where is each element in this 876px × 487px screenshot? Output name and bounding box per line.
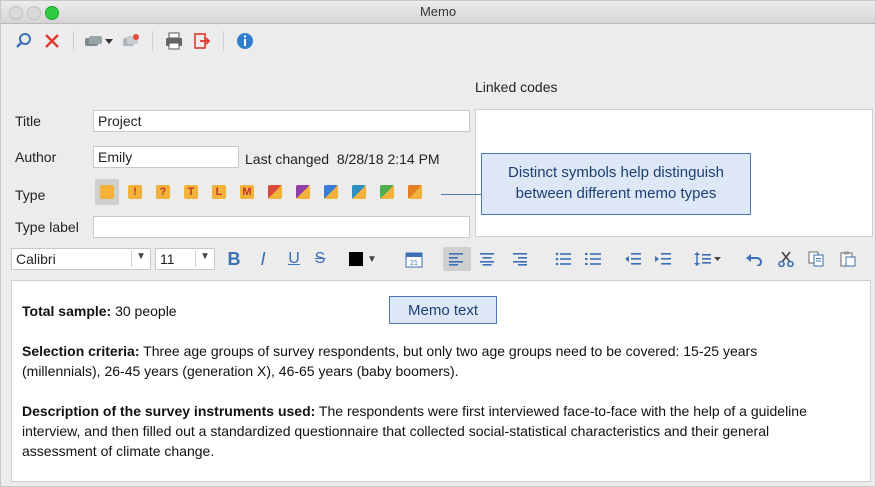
font-size-value: 11 xyxy=(160,251,175,267)
increase-indent-icon[interactable] xyxy=(651,247,675,271)
memo-types-callout: Distinct symbols help distinguish betwee… xyxy=(481,153,751,215)
text-color-button[interactable]: ▼ xyxy=(345,247,381,271)
type-label-label: Type label xyxy=(15,219,79,235)
strikethrough-button[interactable]: S xyxy=(310,247,330,271)
numbered-list-icon[interactable] xyxy=(581,247,605,271)
type-label-field[interactable] xyxy=(93,216,470,238)
font-size-select[interactable]: 11 ▼ xyxy=(155,248,215,270)
align-center-icon[interactable] xyxy=(475,247,499,271)
title-field[interactable]: Project xyxy=(93,110,470,132)
memo-window: Memo Linked codes Title Project Author E xyxy=(0,0,876,487)
print-icon[interactable] xyxy=(163,30,185,52)
memo-type-icon: ? xyxy=(156,185,170,199)
linked-codes-label: Linked codes xyxy=(475,79,558,95)
chevron-down-icon: ▼ xyxy=(200,251,210,262)
memo-type-icon xyxy=(268,185,282,199)
memo-type-icon: L xyxy=(212,185,226,199)
font-select[interactable]: Calibri ▼ xyxy=(11,248,151,270)
delete-icon[interactable] xyxy=(41,30,63,52)
memo-type-option[interactable]: T xyxy=(179,179,203,205)
memo-type-option[interactable] xyxy=(263,179,287,205)
last-changed-label: Last changed xyxy=(245,151,330,167)
memo-type-icon xyxy=(352,185,366,199)
memo-type-icon xyxy=(324,185,338,199)
memo-paragraph: Description of the survey instruments us… xyxy=(22,401,832,461)
font-select-value: Calibri xyxy=(16,251,56,267)
memo-type-option[interactable]: ? xyxy=(151,179,175,205)
paste-icon[interactable] xyxy=(837,247,859,271)
memo-type-icon: M xyxy=(240,185,254,199)
memo-type-icon: T xyxy=(184,185,198,199)
memo-type-option[interactable] xyxy=(375,179,399,205)
memo-type-icon xyxy=(100,185,114,199)
chevron-down-icon: ▼ xyxy=(367,253,377,265)
memo-type-option[interactable] xyxy=(403,179,427,205)
cut-icon[interactable] xyxy=(775,247,797,271)
memo-paragraph-text: 30 people xyxy=(111,303,177,319)
memo-type-option[interactable]: M xyxy=(235,179,259,205)
memo-paragraph: Selection criteria: Three age groups of … xyxy=(22,341,832,381)
memo-type-option[interactable] xyxy=(95,179,119,205)
memo-type-option[interactable]: L xyxy=(207,179,231,205)
memo-paragraph-heading: Total sample: xyxy=(22,303,112,319)
memo-type-icon xyxy=(296,185,310,199)
title-label: Title xyxy=(15,113,41,129)
last-changed: Last changed 8/28/18 2:14 PM xyxy=(245,151,440,167)
unlink-code-icon[interactable] xyxy=(120,30,142,52)
memo-type-option[interactable] xyxy=(319,179,343,205)
align-left-icon[interactable] xyxy=(443,247,471,271)
callout-connector xyxy=(441,194,481,195)
text-color-swatch xyxy=(349,252,364,266)
bullet-list-icon[interactable] xyxy=(551,247,575,271)
author-field[interactable]: Emily xyxy=(93,146,239,168)
toolbar-separator xyxy=(223,31,224,51)
memo-text-callout: Memo text xyxy=(389,296,497,324)
window-title: Memo xyxy=(419,4,457,19)
italic-button[interactable]: I xyxy=(253,247,273,271)
export-icon[interactable] xyxy=(191,30,213,52)
toolbar-separator xyxy=(152,31,153,51)
bold-button[interactable]: B xyxy=(223,247,245,271)
undo-icon[interactable] xyxy=(743,247,765,271)
type-label: Type xyxy=(15,187,46,203)
memo-type-icon xyxy=(408,185,422,199)
memo-type-picker: !? T L M xyxy=(95,179,427,205)
search-icon[interactable] xyxy=(13,30,35,52)
format-toolbar: Calibri ▼ 11 ▼ B I U S ▼ 21 xyxy=(1,243,875,277)
line-spacing-icon[interactable] xyxy=(691,247,725,271)
underline-button[interactable]: U xyxy=(284,247,304,271)
decrease-indent-icon[interactable] xyxy=(621,247,645,271)
author-label: Author xyxy=(15,149,57,165)
insert-date-icon[interactable]: 21 xyxy=(403,247,425,271)
memo-type-option[interactable]: ! xyxy=(123,179,147,205)
link-code-icon[interactable] xyxy=(84,30,114,52)
toolbar xyxy=(1,24,875,58)
memo-paragraph-heading: Selection criteria: xyxy=(22,343,140,359)
memo-type-icon: ! xyxy=(128,185,142,199)
last-changed-value: 8/28/18 2:14 PM xyxy=(336,151,440,167)
title-bar: Memo xyxy=(1,1,875,24)
memo-type-icon xyxy=(380,185,394,199)
memo-paragraph-heading: Description of the survey instruments us… xyxy=(22,403,316,419)
info-icon[interactable] xyxy=(234,30,256,52)
chevron-down-icon: ▼ xyxy=(136,251,146,262)
svg-text:21: 21 xyxy=(410,260,418,267)
copy-icon[interactable] xyxy=(805,247,827,271)
memo-type-option[interactable] xyxy=(291,179,315,205)
toolbar-separator xyxy=(73,31,74,51)
align-right-icon[interactable] xyxy=(507,247,531,271)
memo-type-option[interactable] xyxy=(347,179,371,205)
